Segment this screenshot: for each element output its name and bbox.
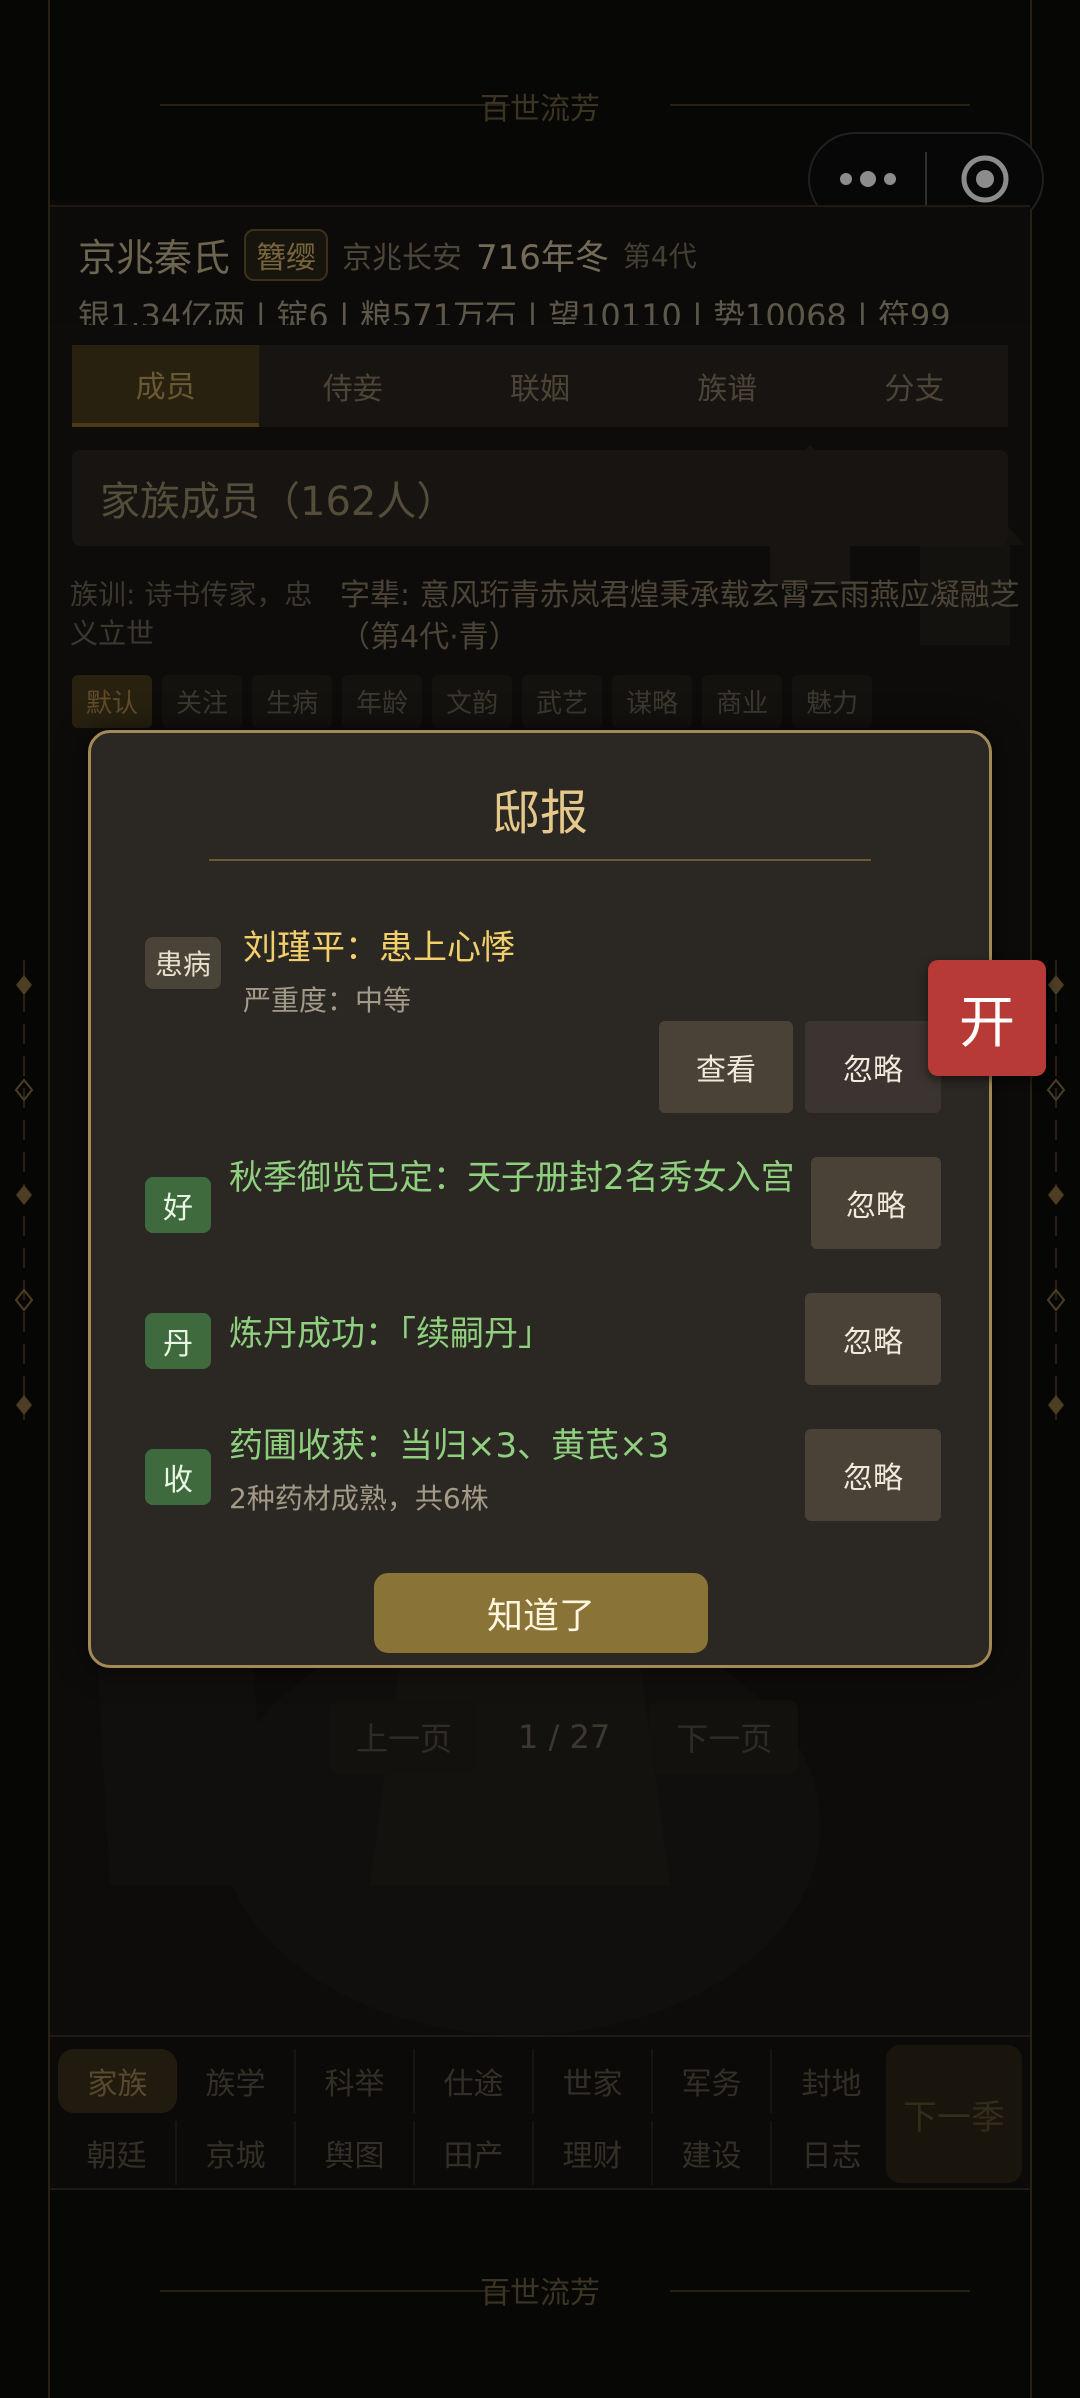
next-page-button[interactable]: 下一页 [650, 1700, 799, 1774]
notice-harvest: 收 药圃收获：当归×3、黄芪×3 2种药材成熟，共6株 忽略 [145, 1426, 941, 1529]
nav-career[interactable]: 仕途 [415, 2049, 534, 2113]
tab-marriage[interactable]: 联姻 [446, 345, 633, 427]
acknowledge-button[interactable]: 知道了 [374, 1573, 708, 1653]
nav-fief[interactable]: 封地 [772, 2049, 891, 2113]
filter-default[interactable]: 默认 [72, 675, 153, 728]
nav-build[interactable]: 建设 [653, 2121, 772, 2185]
pagination: 上一页 1 / 27 下一页 [330, 1700, 799, 1774]
filter-age[interactable]: 年龄 [342, 675, 423, 728]
notice-subtitle: 2种药材成熟，共6株 [229, 1482, 489, 1515]
notice-title: 药圃收获：当归×3、黄芪×3 [229, 1426, 670, 1466]
nav-estates[interactable]: 田产 [415, 2121, 534, 2185]
filter-sick[interactable]: 生病 [252, 675, 333, 728]
nav-court[interactable]: 朝廷 [58, 2121, 177, 2185]
tab-concubines[interactable]: 侍妾 [259, 345, 446, 427]
generation: 第4代 [622, 239, 697, 273]
filter-literary[interactable]: 文韵 [432, 675, 513, 728]
tab-branches[interactable]: 分支 [821, 345, 1008, 427]
prev-page-button[interactable]: 上一页 [330, 1700, 479, 1774]
view-button[interactable]: 查看 [659, 1021, 793, 1113]
next-season-button[interactable]: 下一季 [886, 2045, 1022, 2183]
dot-icon [839, 173, 852, 185]
dot-icon [859, 171, 876, 187]
filter-martial[interactable]: 武艺 [522, 675, 603, 728]
nav-finance[interactable]: 理财 [534, 2121, 653, 2185]
clan-name: 京兆秦氏 [78, 236, 231, 280]
nav-capital[interactable]: 京城 [177, 2121, 296, 2185]
target-icon [961, 155, 1008, 203]
filter-business[interactable]: 商业 [702, 675, 783, 728]
notice-title: 秋季御览已定：天子册封2名秀女入宫 [229, 1158, 795, 1198]
notice-tag: 收 [145, 1449, 211, 1505]
notice-alchemy: 丹 炼丹成功：「续嗣丹」 忽略 [145, 1293, 941, 1385]
modal-title: 邸报 [491, 785, 588, 841]
notice-title: 刘瑾平：患上心悸 [243, 928, 515, 968]
nav-military[interactable]: 军务 [653, 2049, 772, 2113]
ignore-button[interactable]: 忽略 [811, 1157, 941, 1249]
left-decoration [14, 960, 34, 1420]
notice-subtitle: 严重度：中等 [243, 984, 412, 1017]
dot-icon [883, 173, 896, 185]
banner-title: 百世流芳 [480, 92, 600, 127]
sort-filters: 默认 关注 生病 年龄 文韵 武艺 谋略 商业 魅力 [72, 675, 873, 728]
bottom-navigation: 家族 族学 科举 仕途 世家 军务 封地 朝廷 京城 舆图 田产 理财 建设 日… [50, 2035, 1030, 2190]
clan-header: 京兆秦氏 簪缨 京兆长安 716年冬 第4代 银1.34亿两 | 锭6 | 粮5… [50, 205, 1030, 335]
nav-map[interactable]: 舆图 [296, 2121, 415, 2185]
notice-consort: 好 秋季御览已定：天子册封2名秀女入宫 忽略 [145, 1157, 941, 1267]
nav-clan[interactable]: 家族 [58, 2049, 177, 2113]
generation-words: 字辈: 意风珩青赤岚君煌秉承载玄霄云雨燕应凝融芝（第4代·青） [340, 578, 1020, 655]
bottom-banner: 百世流芳 [50, 2190, 1030, 2398]
member-tabs: 成员 侍妾 联姻 族谱 分支 [72, 345, 1008, 427]
banner-title-bottom: 百世流芳 [480, 2276, 600, 2311]
game-year: 716年冬 [476, 238, 609, 278]
section-title: 家族成员（162人） [72, 450, 1008, 546]
filter-strategy[interactable]: 谋略 [612, 675, 693, 728]
filter-follow[interactable]: 关注 [162, 675, 243, 728]
nav-exam[interactable]: 科举 [296, 2049, 415, 2113]
open-floating-button[interactable]: 开 [928, 960, 1046, 1076]
ignore-button[interactable]: 忽略 [805, 1021, 941, 1113]
tab-members[interactable]: 成员 [72, 345, 260, 427]
ignore-button[interactable]: 忽略 [805, 1293, 941, 1385]
clan-location: 京兆长安 [342, 240, 463, 276]
rank-badge: 簪缨 [244, 228, 329, 281]
notice-tag: 好 [145, 1177, 211, 1233]
gazette-modal: 邸报 患病 刘瑾平：患上心悸 严重度：中等 查看 忽略 好 秋季御览已定：天子册… [88, 730, 992, 1668]
notice-title: 炼丹成功：「续嗣丹」 [229, 1314, 552, 1354]
filter-charm[interactable]: 魅力 [792, 675, 873, 728]
notice-tag: 丹 [145, 1313, 211, 1369]
nav-school[interactable]: 族学 [177, 2049, 296, 2113]
notice-tag: 患病 [145, 937, 222, 989]
ignore-button[interactable]: 忽略 [805, 1429, 941, 1521]
page-indicator: 1 / 27 [518, 1718, 611, 1756]
nav-families[interactable]: 世家 [534, 2049, 653, 2113]
nav-log[interactable]: 日志 [772, 2121, 891, 2185]
notice-illness: 患病 刘瑾平：患上心悸 严重度：中等 查看 忽略 [145, 928, 941, 1123]
tab-genealogy[interactable]: 族谱 [634, 345, 821, 427]
clan-motto: 族训: 诗书传家，忠义立世 [70, 578, 313, 651]
